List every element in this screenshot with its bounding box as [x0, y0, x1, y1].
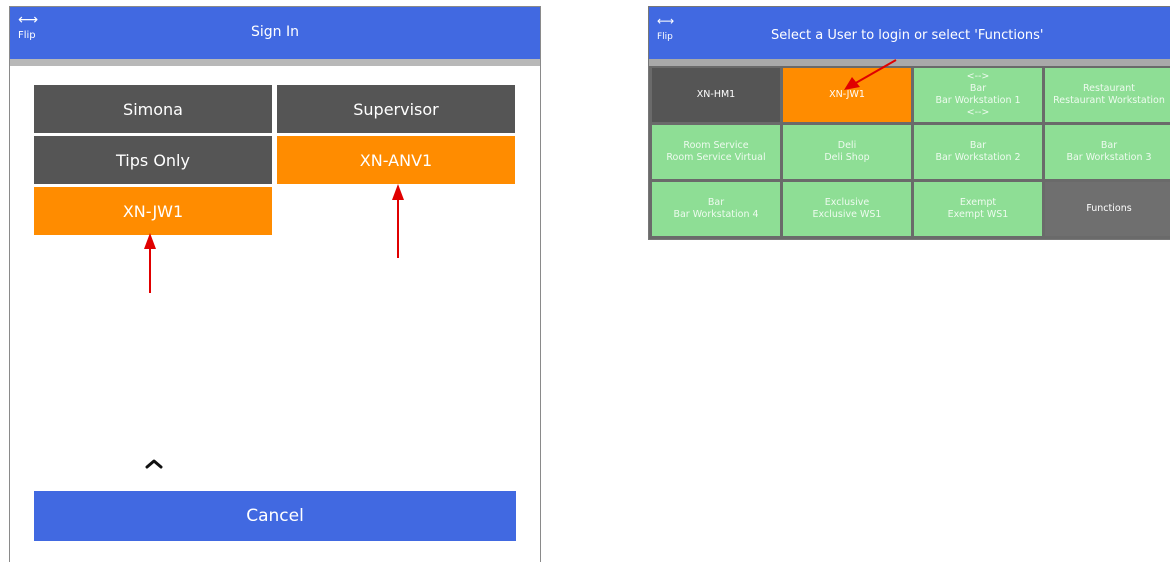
tile-line: <-->: [966, 71, 990, 83]
tile-line: Bar Workstation 2: [935, 152, 1021, 163]
workstation-tile-exclusive[interactable]: Exclusive Exclusive WS1: [783, 182, 911, 236]
workstation-tile-bar-3[interactable]: Bar Bar Workstation 3: [1045, 125, 1170, 179]
tile-line: Bar Workstation 4: [673, 209, 759, 220]
user-tile-xn-hm1[interactable]: XN-HM1: [652, 68, 780, 122]
select-user-header: ⟷ Flip Select a User to login or select …: [649, 7, 1170, 59]
workstation-tile-room-service[interactable]: Room Service Room Service Virtual: [652, 125, 780, 179]
tile-line: Room Service: [683, 140, 749, 152]
sign-in-header: ⟷ Flip Sign In: [10, 7, 540, 59]
annotation-arrow-up-icon: [392, 184, 404, 258]
workstation-tile-bar-2[interactable]: Bar Bar Workstation 2: [914, 125, 1042, 179]
tile-line: Functions: [1086, 203, 1132, 215]
cancel-button[interactable]: Cancel: [34, 491, 516, 541]
tile-line: Exclusive: [824, 197, 870, 209]
tile-line: Restaurant Workstation: [1053, 95, 1165, 106]
user-tile-xn-jw1[interactable]: XN-JW1: [34, 187, 272, 235]
flip-label: Flip: [657, 32, 673, 42]
workstation-tile-exempt[interactable]: Exempt Exempt WS1: [914, 182, 1042, 236]
workstation-tile-deli[interactable]: Deli Deli Shop: [783, 125, 911, 179]
user-tile-simona[interactable]: Simona: [34, 85, 272, 133]
header-divider: [649, 59, 1170, 66]
workstation-tile-bar-4[interactable]: Bar Bar Workstation 4: [652, 182, 780, 236]
tile-line: Exclusive WS1: [812, 209, 882, 220]
tile-line: Deli: [837, 140, 857, 152]
sign-in-panel: ⟷ Flip Sign In Simona Supervisor Tips On…: [9, 6, 541, 562]
functions-button[interactable]: Functions: [1045, 182, 1170, 236]
flip-button[interactable]: ⟷ Flip: [657, 15, 674, 42]
user-tile-tips-only[interactable]: Tips Only: [34, 136, 272, 184]
tile-line: Restaurant: [1082, 83, 1135, 95]
workstation-tile-bar-1[interactable]: <--> Bar Bar Workstation 1 <-->: [914, 68, 1042, 122]
annotation-arrow-up-icon: [144, 233, 156, 293]
user-tile-xn-anv1[interactable]: XN-ANV1: [277, 136, 515, 184]
select-user-panel: ⟷ Flip Select a User to login or select …: [648, 6, 1170, 240]
tile-line: Bar Workstation 3: [1066, 152, 1152, 163]
header-divider: [10, 59, 540, 66]
tile-line: <-->: [966, 106, 990, 118]
tile-line: Bar: [1100, 140, 1118, 152]
tile-line: Room Service Virtual: [666, 152, 766, 163]
tile-line: XN-HM1: [696, 89, 736, 101]
chevron-up-icon[interactable]: [143, 452, 165, 474]
annotation-arrow-icon: [844, 59, 897, 90]
user-tile-supervisor[interactable]: Supervisor: [277, 85, 515, 133]
tile-line: Exempt WS1: [947, 209, 1009, 220]
workstation-tile-restaurant[interactable]: Restaurant Restaurant Workstation: [1045, 68, 1170, 122]
tile-line: Bar Workstation 1: [935, 95, 1021, 106]
page-title: Sign In: [251, 24, 299, 40]
page-title: Select a User to login or select 'Functi…: [771, 28, 1044, 43]
tile-line: Bar: [969, 140, 987, 152]
flip-arrows-icon: ⟷: [657, 14, 675, 28]
tile-line: Bar: [707, 197, 725, 209]
tile-line: Deli Shop: [824, 152, 870, 163]
tile-line: Exempt: [959, 197, 997, 209]
tile-line: Bar: [969, 83, 987, 95]
